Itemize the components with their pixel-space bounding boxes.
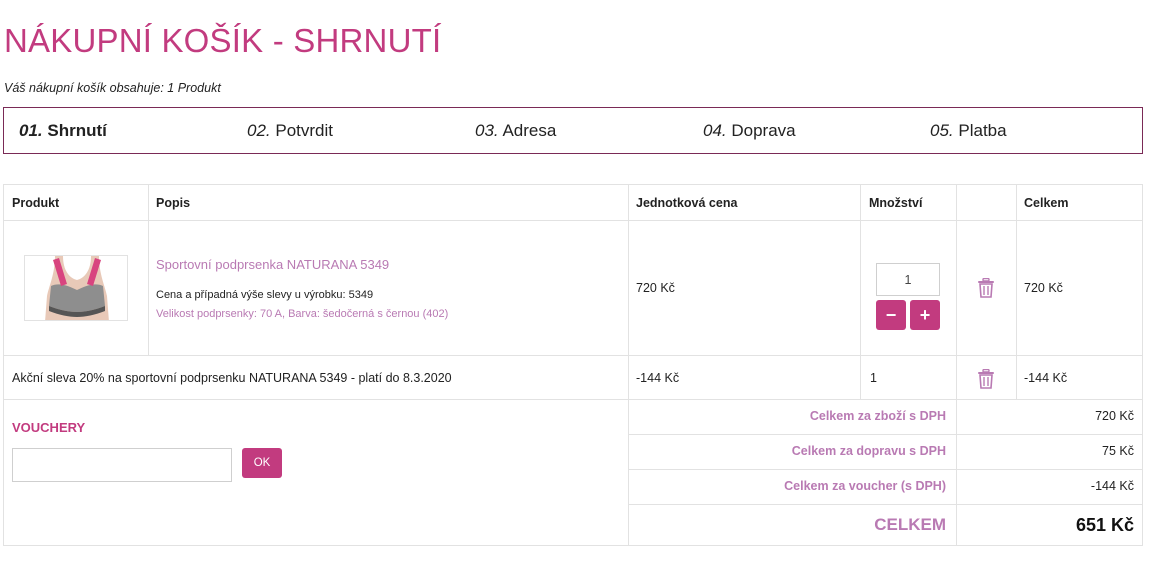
page-title: NÁKUPNÍ KOŠÍK - SHRNUTÍ (4, 22, 442, 59)
step-label: Doprava (731, 121, 796, 140)
step-number: 03. (475, 121, 499, 140)
step-number: 05. (930, 121, 954, 140)
cart-summary: Váš nákupní košík obsahuje: 1 Produkt (4, 81, 221, 95)
checkout-steps: 01. Shrnutí 02. Potvrdit 03. Adresa 04. … (3, 107, 1143, 154)
header-total: Celkem (1024, 196, 1069, 210)
total-voucher-value: -144 Kč (1090, 479, 1134, 493)
grand-total-label: CELKEM (874, 515, 946, 534)
step-summary[interactable]: 01. Shrnutí (19, 121, 107, 141)
step-number: 01. (19, 121, 43, 140)
quantity-input[interactable] (876, 263, 940, 296)
header-quantity: Množství (869, 196, 923, 210)
step-number: 02. (247, 121, 271, 140)
step-number: 04. (703, 121, 727, 140)
step-shipping[interactable]: 04. Doprava (703, 121, 796, 141)
header-description: Popis (156, 196, 191, 210)
quantity-increase-button[interactable]: + (910, 300, 940, 330)
header-product: Produkt (12, 196, 60, 210)
quantity-decrease-button[interactable]: − (876, 300, 906, 330)
product-name-link[interactable]: Sportovní podprsenka NATURANA 5349 (156, 257, 389, 272)
discount-total: -144 Kč (1024, 371, 1068, 385)
step-label: Potvrdit (275, 121, 334, 140)
voucher-title: VOUCHERY (12, 420, 86, 435)
step-label: Shrnutí (47, 121, 107, 140)
step-confirm[interactable]: 02. Potvrdit (247, 121, 333, 141)
total-goods-label: Celkem za zboží s DPH (809, 409, 946, 423)
step-payment[interactable]: 05. Platba (930, 121, 1007, 141)
trash-icon[interactable] (977, 368, 995, 389)
product-image[interactable] (24, 255, 128, 321)
cart-table: Produkt Popis Jednotková cena Množství C… (3, 184, 1143, 546)
voucher-ok-button[interactable]: OK (242, 448, 282, 478)
step-label: Adresa (502, 121, 557, 140)
discount-quantity: 1 (870, 371, 877, 385)
total-voucher-label: Celkem za voucher (s DPH) (784, 479, 946, 493)
discount-unit-price: -144 Kč (636, 371, 680, 385)
discount-description: Akční sleva 20% na sportovní podprsenku … (12, 371, 452, 385)
header-unit-price: Jednotková cena (636, 196, 738, 210)
product-price-note: Cena a případná výše slevy u výrobku: 53… (156, 289, 374, 301)
item-unit-price: 720 Kč (636, 281, 675, 295)
product-variant: Velikost podprsenky: 70 A, Barva: šedoče… (156, 308, 449, 320)
total-goods-value: 720 Kč (1095, 409, 1134, 423)
total-shipping-value: 75 Kč (1102, 444, 1134, 458)
trash-icon[interactable] (977, 277, 995, 298)
total-shipping-label: Celkem za dopravu s DPH (791, 444, 946, 458)
step-label: Platba (958, 121, 1007, 140)
item-total: 720 Kč (1024, 281, 1063, 295)
voucher-input[interactable] (12, 448, 232, 482)
grand-total-value: 651 Kč (1075, 515, 1134, 535)
step-address[interactable]: 03. Adresa (475, 121, 556, 141)
